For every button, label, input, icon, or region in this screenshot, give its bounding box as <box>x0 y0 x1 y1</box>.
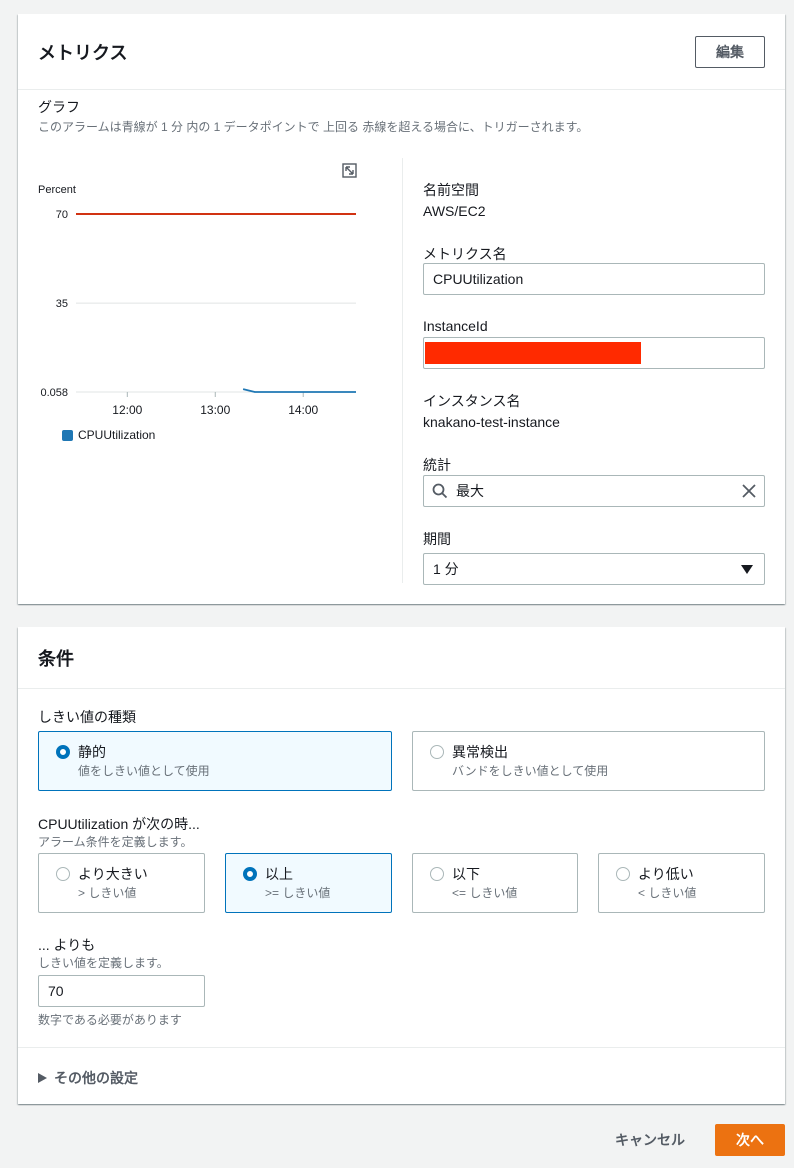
caret-down-icon <box>741 565 753 574</box>
metric-name-field[interactable]: CPUUtilization <box>423 263 765 295</box>
metrics-title: メトリクス <box>38 42 128 63</box>
instance-id-field[interactable] <box>423 337 765 369</box>
period-label: 期間 <box>423 531 451 547</box>
op-lower-equal-radio[interactable] <box>430 867 444 881</box>
conditions-header: 条件 <box>18 627 785 689</box>
expand-icon[interactable] <box>342 163 357 178</box>
op-greater-equal-radio[interactable] <box>243 867 257 881</box>
op-lower-desc: < しきい値 <box>638 886 697 900</box>
op-greater-equal-card[interactable]: 以上 >= しきい値 <box>225 853 392 913</box>
divider <box>18 1047 785 1048</box>
x-tick-label: 12:00 <box>112 403 142 417</box>
period-value: 1 分 <box>433 561 459 577</box>
threshold-hint: 数字である必要があります <box>38 1013 182 1027</box>
additional-settings-label: その他の設定 <box>54 1070 138 1086</box>
period-select[interactable]: 1 分 <box>423 553 765 585</box>
condition-when-label: CPUUtilization が次の時... <box>38 816 200 832</box>
threshold-input[interactable]: 70 <box>38 975 205 1007</box>
edit-button[interactable]: 編集 <box>695 35 765 68</box>
y-axis-label: Percent <box>38 184 76 196</box>
namespace-label: 名前空間 <box>423 182 479 198</box>
metric-name-label: メトリクス名 <box>423 246 507 262</box>
static-radio[interactable] <box>56 745 70 759</box>
op-lower-title: より低い <box>638 866 694 882</box>
instance-id-redacted <box>425 342 641 364</box>
y-tick-label: 35 <box>56 298 68 310</box>
static-desc: 値をしきい値として使用 <box>78 764 210 778</box>
anomaly-radio[interactable] <box>430 745 444 759</box>
op-greater-equal-desc: >= しきい値 <box>265 886 331 900</box>
op-greater-title: より大きい <box>78 866 148 882</box>
anomaly-option-card[interactable]: 異常検出 バンドをしきい値として使用 <box>412 731 765 791</box>
op-greater-equal-title: 以上 <box>265 866 293 882</box>
anomaly-desc: バンドをしきい値として使用 <box>452 764 609 778</box>
metric-name-value: CPUUtilization <box>433 271 524 287</box>
metrics-panel: メトリクス 編集 グラフ このアラームは青線が 1 分 内の 1 データポイント… <box>18 14 785 604</box>
graph-description: このアラームは青線が 1 分 内の 1 データポイントで 上回る 赤線を超える場… <box>38 120 589 134</box>
op-greater-radio[interactable] <box>56 867 70 881</box>
op-lower-equal-title: 以下 <box>452 866 480 882</box>
y-tick-label: 70 <box>56 209 68 221</box>
instance-id-label: InstanceId <box>423 318 488 334</box>
op-lower-equal-desc: <= しきい値 <box>452 886 518 900</box>
op-greater-card[interactable]: より大きい > しきい値 <box>38 853 205 913</box>
x-tick-label: 14:00 <box>288 403 318 417</box>
than-label: ... よりも <box>38 937 96 953</box>
static-title: 静的 <box>78 744 106 760</box>
cancel-button[interactable]: キャンセル <box>600 1125 700 1155</box>
metric-chart: Percent 70 35 0.058 12:00 13:00 14:00 <box>38 163 357 417</box>
anomaly-title: 異常検出 <box>452 744 508 760</box>
statistic-field[interactable]: 最大 <box>423 475 765 507</box>
triangle-right-icon <box>38 1073 47 1083</box>
next-button[interactable]: 次へ <box>715 1124 785 1156</box>
graph-divider <box>402 158 403 583</box>
namespace-value: AWS/EC2 <box>423 203 486 219</box>
graph-label: グラフ <box>38 99 80 115</box>
x-tick-label: 13:00 <box>200 403 230 417</box>
conditions-title: 条件 <box>38 648 74 669</box>
instance-name-label: インスタンス名 <box>423 393 521 409</box>
op-greater-desc: > しきい値 <box>78 886 137 900</box>
chart-grid <box>76 302 356 393</box>
op-lower-radio[interactable] <box>616 867 630 881</box>
chart-ticks: 70 35 0.058 12:00 13:00 14:00 <box>40 209 318 417</box>
legend-swatch-icon <box>62 429 73 441</box>
search-icon <box>432 483 448 499</box>
y-tick-label: 0.058 <box>40 387 68 399</box>
conditions-panel: 条件 しきい値の種類 静的 値をしきい値として使用 異常検出 バンドをしきい値と… <box>18 627 785 1104</box>
op-lower-card[interactable]: より低い < しきい値 <box>598 853 765 913</box>
than-desc: しきい値を定義します。 <box>38 956 169 970</box>
legend-label: CPUUtilization <box>78 428 156 442</box>
statistic-value: 最大 <box>456 483 484 499</box>
metrics-header: メトリクス 編集 <box>18 14 785 90</box>
additional-settings-toggle[interactable]: その他の設定 <box>38 1068 138 1088</box>
chart-legend: CPUUtilization <box>62 428 155 442</box>
condition-when-desc: アラーム条件を定義します。 <box>38 835 193 849</box>
clear-icon[interactable] <box>742 484 756 498</box>
threshold-type-label: しきい値の種類 <box>38 709 136 725</box>
op-lower-equal-card[interactable]: 以下 <= しきい値 <box>412 853 578 913</box>
statistic-label: 統計 <box>423 457 451 473</box>
static-option-card[interactable]: 静的 値をしきい値として使用 <box>38 731 392 791</box>
series-line-cpuutilization <box>242 388 356 393</box>
threshold-value: 70 <box>48 983 64 999</box>
instance-name-value: knakano-test-instance <box>423 414 560 430</box>
